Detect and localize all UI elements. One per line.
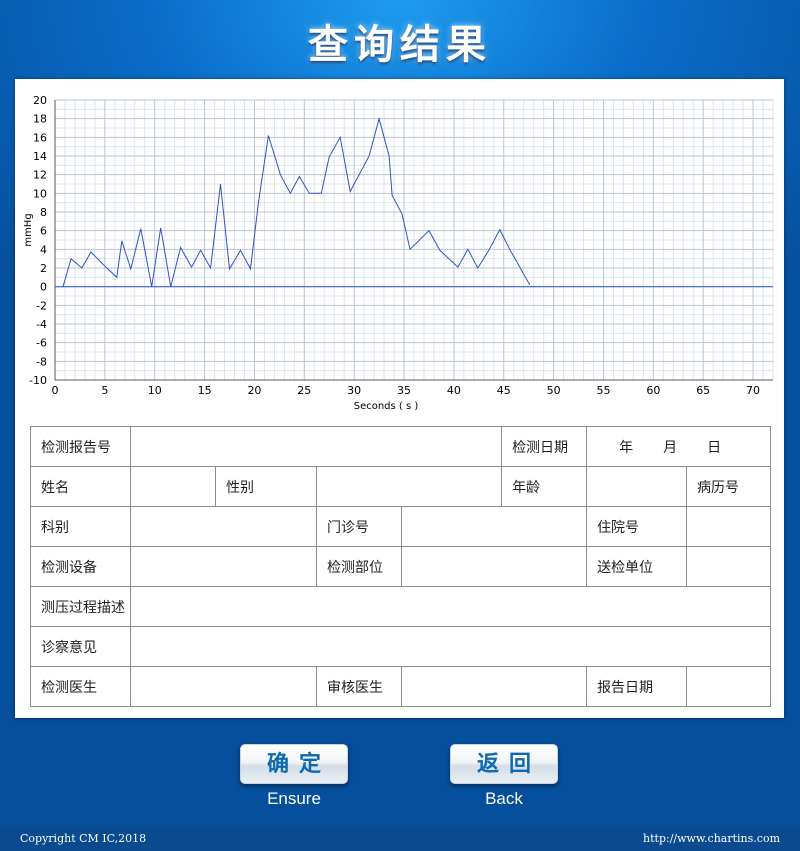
name-field[interactable] xyxy=(130,466,216,507)
y-tick-label: -2 xyxy=(36,299,47,312)
x-tick-label: 0 xyxy=(52,384,59,397)
sending-unit-field[interactable] xyxy=(686,546,772,587)
pressure-chart: 0 5 10 15 20 25 30 35 40 45 50 55 60 65 70201816141210… xyxy=(23,94,774,412)
month-label: 月 xyxy=(663,439,678,456)
table-row: 检测报告号 检测日期 年 月 日 xyxy=(30,426,772,467)
x-tick-label: 40 xyxy=(447,384,461,397)
inpatient-label: 住院号 xyxy=(586,506,688,547)
process-desc-label: 测压过程描述 xyxy=(30,586,131,627)
y-tick-label: 0 xyxy=(40,281,47,294)
y-tick-label: 10 xyxy=(33,187,47,200)
age-field[interactable] xyxy=(586,466,688,507)
site-field[interactable] xyxy=(400,546,588,587)
x-tick-label: 30 xyxy=(347,384,361,397)
x-tick-label: 50 xyxy=(547,384,561,397)
device-label: 检测设备 xyxy=(30,546,131,587)
test-date-field[interactable]: 年月日 xyxy=(586,426,772,467)
gender-field[interactable] xyxy=(315,466,503,507)
table-row: 诊察意见 xyxy=(30,626,772,667)
x-tick-label: 5 xyxy=(101,384,108,397)
y-tick-label: 20 xyxy=(33,94,47,107)
report-form: 检测报告号 检测日期 年 月 日 姓名 性别 年龄 病历号 科别 门诊号 住院号 检… xyxy=(30,426,772,707)
diagnosis-label: 诊察意见 xyxy=(30,626,131,667)
reviewer-field[interactable] xyxy=(400,666,588,707)
website-link[interactable]: http://www.chartins.com xyxy=(643,832,780,845)
y-tick-label: 8 xyxy=(40,206,47,219)
footer: Copyright CM IC,2018 http://www.chartins… xyxy=(0,827,800,851)
back-button-subtitle: Back xyxy=(485,789,523,808)
x-tick-label: 55 xyxy=(596,384,610,397)
x-tick-label: 70 xyxy=(746,384,760,397)
result-panel: 0 5 10 15 20 25 30 35 40 45 50 55 60 65 70 20 18 16 14 12 10… xyxy=(15,79,784,718)
table-row: 测压过程描述 xyxy=(30,586,772,627)
x-tick-label: 65 xyxy=(696,384,710,397)
doctor-label: 检测医生 xyxy=(30,666,131,707)
process-desc-field[interactable] xyxy=(129,586,772,627)
table-row: 检测设备 检测部位 送检单位 xyxy=(30,546,772,587)
site-label: 检测部位 xyxy=(316,546,402,587)
confirm-button-subtitle: Ensure xyxy=(267,789,321,808)
x-tick-label: 15 xyxy=(198,384,212,397)
table-row: 科别 门诊号 住院号 xyxy=(30,506,772,547)
doctor-field[interactable] xyxy=(130,666,317,707)
department-field[interactable] xyxy=(130,506,317,547)
diagnosis-field[interactable] xyxy=(129,626,772,667)
y-tick-label: 16 xyxy=(33,131,47,144)
x-tick-label: 25 xyxy=(297,384,311,397)
y-tick-label: -8 xyxy=(36,355,47,368)
sending-unit-label: 送检单位 xyxy=(586,546,688,587)
page-title: 查询结果 xyxy=(308,22,492,68)
y-axis-label: mmHg xyxy=(23,213,34,246)
inpatient-field[interactable] xyxy=(686,506,772,547)
x-tick-label: 60 xyxy=(646,384,660,397)
report-date-field[interactable] xyxy=(686,666,772,707)
outpatient-label: 门诊号 xyxy=(316,506,402,547)
report-date-label: 报告日期 xyxy=(586,666,688,707)
x-axis-label: Seconds ( s ) xyxy=(354,401,419,412)
y-tick-label: 2 xyxy=(40,262,47,275)
x-tick-label: 20 xyxy=(247,384,261,397)
y-tick-label: 12 xyxy=(33,169,47,182)
medical-record-label: 病历号 xyxy=(686,466,772,507)
age-label: 年龄 xyxy=(501,466,588,507)
copyright-text: Copyright CM IC,2018 xyxy=(20,832,147,845)
device-field[interactable] xyxy=(130,546,317,587)
x-tick-label: 35 xyxy=(397,384,411,397)
reviewer-label: 审核医生 xyxy=(316,666,402,707)
name-label: 姓名 xyxy=(30,466,131,507)
y-tick-label: 6 xyxy=(40,225,47,238)
day-label: 日 xyxy=(707,439,722,456)
table-row: 检测医生 审核医生 报告日期 xyxy=(30,666,772,707)
report-no-label: 检测报告号 xyxy=(30,426,131,467)
back-button[interactable]: 返回 xyxy=(450,744,558,784)
gender-label: 性别 xyxy=(215,466,317,507)
y-tick-label: -6 xyxy=(36,337,47,350)
x-tick-label: 45 xyxy=(497,384,511,397)
y-tick-label: 14 xyxy=(33,150,47,163)
y-tick-label: 18 xyxy=(33,113,47,126)
department-label: 科别 xyxy=(30,506,131,547)
y-tick-label: -4 xyxy=(36,318,47,331)
year-label: 年 xyxy=(619,439,634,456)
y-tick-label: 4 xyxy=(40,243,47,256)
x-tick-label: 10 xyxy=(148,384,162,397)
confirm-button[interactable]: 确定 xyxy=(240,744,348,784)
outpatient-field[interactable] xyxy=(400,506,588,547)
test-date-label: 检测日期 xyxy=(501,426,588,467)
report-no-field[interactable] xyxy=(129,426,503,467)
table-row: 姓名 性别 年龄 病历号 xyxy=(30,466,772,507)
y-tick-label: -10 xyxy=(29,374,47,387)
